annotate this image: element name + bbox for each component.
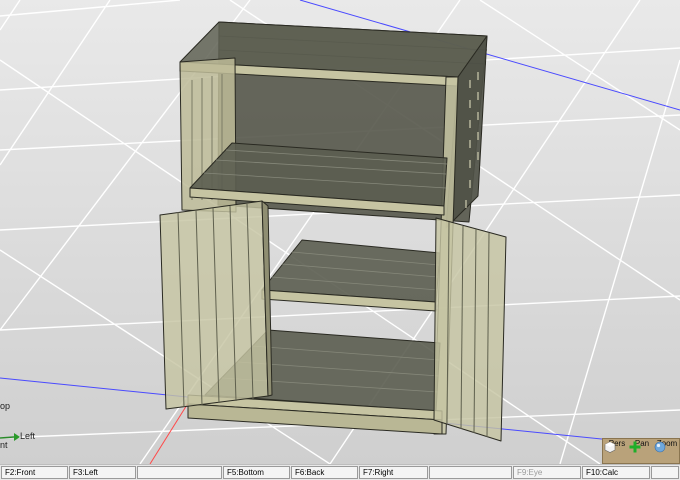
cabinet-model[interactable] (159, 21, 507, 442)
view-control-panel: Pers Pan Zoom (602, 438, 680, 464)
f5-bottom-button[interactable]: F5:Bottom (223, 466, 290, 479)
perspective-cube-icon (604, 441, 616, 453)
axis-label-top: op (0, 401, 11, 411)
f9-eye-button[interactable]: F9:Eye (513, 466, 581, 479)
axis-label-front: nt (0, 440, 8, 450)
f8-empty-button[interactable] (429, 466, 512, 479)
function-key-bar: F2:Front F3:Left F5:Bottom F6:Back F7:Ri… (0, 464, 680, 480)
f3-left-button[interactable]: F3:Left (69, 466, 136, 479)
f7-right-button[interactable]: F7:Right (359, 466, 428, 479)
axis-label-left: Left (20, 431, 36, 441)
zoom-button[interactable]: Zoom (654, 439, 680, 463)
f2-front-button[interactable]: F2:Front (1, 466, 68, 479)
3d-viewport[interactable]: op nt Left Pers Pan Zoom (0, 0, 680, 464)
f6-back-button[interactable]: F6:Back (291, 466, 358, 479)
pan-button[interactable]: Pan (629, 439, 655, 463)
right-door (433, 217, 507, 442)
f10-calc-button[interactable]: F10:Calc (582, 466, 650, 479)
scene-canvas[interactable] (0, 0, 680, 464)
f4-empty-button[interactable] (137, 466, 222, 479)
pan-cross-icon (629, 441, 641, 453)
perspective-button[interactable]: Pers (604, 439, 630, 463)
zoom-sphere-icon (654, 441, 666, 453)
f11-empty-button[interactable] (651, 466, 679, 479)
